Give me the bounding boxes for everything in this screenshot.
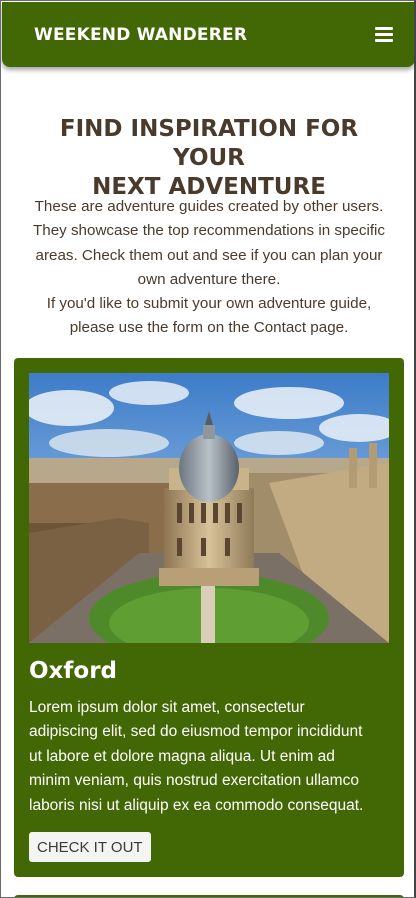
- check-it-out-button[interactable]: CHECK IT OUT: [29, 832, 151, 862]
- top-navbar: WEEKEND WANDERER: [2, 2, 414, 67]
- intro-line: They showcase the top recommendations in…: [32, 222, 386, 240]
- card-text-line: adipiscing elit, sed do eiusmod tempor i…: [29, 723, 363, 741]
- brand-logo-link[interactable]: WEEKEND WANDERER: [34, 25, 247, 45]
- page-title-line: FIND INSPIRATION FOR YOUR: [59, 116, 359, 171]
- card-title: Oxford: [29, 658, 118, 684]
- card-description: Lorem ipsum dolor sit amet, consectetur …: [29, 696, 393, 818]
- page-title: FIND INSPIRATION FOR YOUR NEXT ADVENTURE: [21, 115, 397, 202]
- card-text-line: ut labore et dolore magna aliqua. Ut eni…: [29, 747, 335, 765]
- intro-line: If you'd like to submit your own adventu…: [46, 295, 372, 313]
- intro-line: own adventure there.: [137, 270, 281, 288]
- card-text-line: laboris nisi ut aliquip ex ea commodo co…: [29, 796, 364, 814]
- guide-card-oxford: Oxford Lorem ipsum dolor sit amet, conse…: [14, 358, 404, 877]
- intro-line: please use the form on the Contact page.: [69, 319, 349, 337]
- card-text-line: minim veniam, quis nostrud exercitation …: [29, 772, 359, 790]
- oxford-radcliffe-camera-photo: [29, 373, 389, 643]
- intro-paragraph: These are adventure guides created by ot…: [17, 195, 401, 341]
- hamburger-menu-icon[interactable]: [375, 27, 393, 42]
- card-text-line: Lorem ipsum dolor sit amet, consectetur: [29, 699, 305, 716]
- intro-line: areas. Check them out and see if you can…: [35, 246, 383, 264]
- page-frame: WEEKEND WANDERER FIND INSPIRATION FOR YO…: [0, 0, 416, 898]
- intro-line: These are adventure guides created by ot…: [34, 198, 384, 215]
